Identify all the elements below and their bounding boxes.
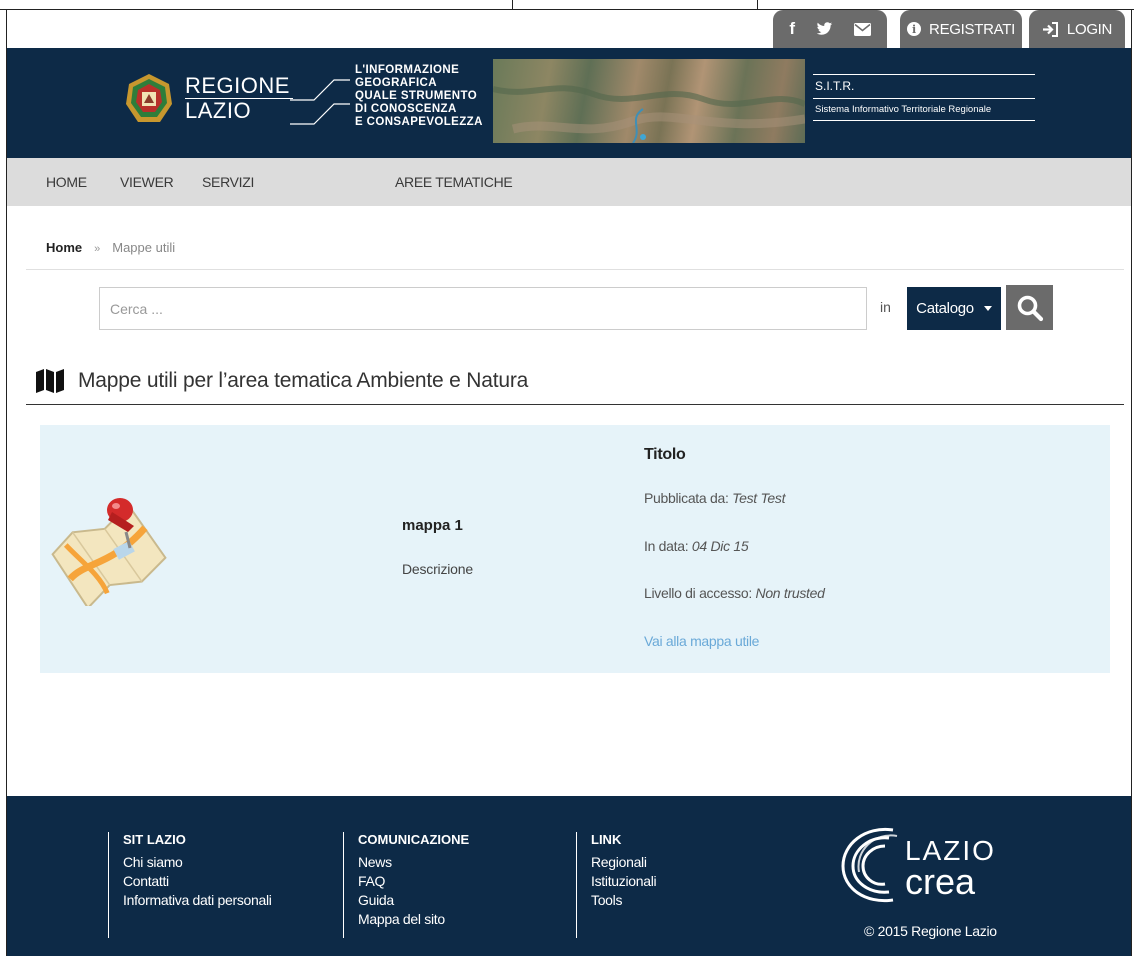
map-pin-icon[interactable] [48,488,172,606]
published-by-value: Test Test [732,490,786,506]
footer-link-regionali[interactable]: Regionali [591,853,656,872]
sign-in-icon [1042,21,1059,37]
footer: SIT LAZIO Chi siamo Contatti Informativa… [7,796,1131,956]
map-description: Descrizione [402,561,473,577]
map-icon [36,369,64,393]
login-button[interactable]: LOGIN [1029,10,1125,48]
footer-link-news[interactable]: News [358,853,469,872]
footer-heading: COMUNICAZIONE [358,832,470,847]
caret-down-icon [983,306,992,311]
info-icon: i [907,22,922,36]
breadcrumb-home-link[interactable]: Home [46,240,82,255]
tagline-line: L'INFORMAZIONE [355,64,460,76]
social-links-tab: f [773,10,887,48]
section-heading: Mappe utili per l’area tematica Ambiente… [36,367,528,395]
search-scope-dropdown[interactable]: Catalogo [907,287,1001,330]
brand-line-1: REGIONE [185,74,293,99]
footer-heading: SIT LAZIO [123,832,186,847]
nav-item-viewer[interactable]: VIEWER [120,158,174,206]
tagline-line: E CONSAPEVOLEZZA [355,116,483,128]
main-nav: HOME VIEWER SERVIZI AREE TEMATICHE [7,158,1131,206]
nav-item-aree-tematiche[interactable]: AREE TEMATICHE [395,158,513,206]
twitter-icon[interactable] [816,22,833,36]
search-input[interactable] [99,287,867,330]
divider [26,404,1124,405]
banner-tagline: L'INFORMAZIONE GEOGRAFICA QUALE STRUMENT… [355,64,483,129]
sitr-title: S.I.T.R. [815,79,855,93]
breadcrumb-current: Mappe utili [112,240,176,255]
footer-link-contatti[interactable]: Contatti [123,872,272,891]
satellite-terrain-overlay [493,85,805,143]
details-title: Titolo [644,446,686,463]
date-row: In data: 04 Dic 15 [644,538,749,554]
footer-column-sit-lazio: SIT LAZIO Chi siamo Contatti Informativa… [108,832,272,938]
search-button[interactable] [1006,285,1053,330]
map-name: mappa 1 [402,517,463,534]
brand-wordmark: REGIONE LAZIO [185,74,293,123]
registrati-label: REGISTRATI [929,20,1015,38]
divider [813,120,1035,121]
footer-link-tools[interactable]: Tools [591,891,656,910]
copyright-text: © 2015 Regione Lazio [864,923,997,939]
brand-bracket-shape [290,79,350,125]
registrati-button[interactable]: i REGISTRATI [900,10,1022,48]
sitr-block: S.I.T.R. Sistema Informativo Territorial… [813,74,1035,121]
page-title: Mappe utili per l’area tematica Ambiente… [78,369,529,392]
logo-line-2: crea [905,861,976,902]
footer-link-faq[interactable]: FAQ [358,872,469,891]
regione-lazio-emblem[interactable] [124,73,174,125]
open-map-link[interactable]: Vai alla mappa utile [644,633,759,649]
footer-column-link: LINK Regionali Istituzionali Tools [576,832,657,938]
tagline-line: DI CONOSCENZA [355,103,457,115]
date-label: In data: [644,538,689,554]
footer-link-mappa-del-sito[interactable]: Mappa del sito [358,910,469,929]
top-bar: f i REGISTRATI LOGIN [7,10,1131,48]
footer-heading: LINK [591,832,622,847]
frame-divider [757,0,758,9]
header-banner: REGIONE LAZIO L'INFORMAZIONE GEOGRAFICA … [7,48,1131,158]
breadcrumb: Home » Mappe utili [46,240,175,255]
nav-item-servizi[interactable]: SERVIZI [202,158,254,206]
search-scope-label: Catalogo [916,300,974,317]
breadcrumb-separator: » [94,243,101,255]
sitr-subtitle: Sistema Informativo Territoriale Regiona… [815,104,992,115]
search-in-label: in [880,299,891,315]
tagline-line: QUALE STRUMENTO [355,90,478,102]
login-label: LOGIN [1066,20,1113,38]
access-level-value: Non trusted [755,585,825,601]
lazio-crea-logo[interactable]: LAZIO crea [835,822,1005,906]
footer-link-guida[interactable]: Guida [358,891,469,910]
divider [26,269,1124,270]
map-result-card [40,425,1110,673]
window-frame-top [0,0,1134,10]
footer-link-chi-siamo[interactable]: Chi siamo [123,853,272,872]
published-by-label: Pubblicata da: [644,490,729,506]
envelope-icon[interactable] [853,22,871,36]
access-level-row: Livello di accesso: Non trusted [644,585,825,601]
published-by-row: Pubblicata da: Test Test [644,490,786,506]
footer-link-informativa[interactable]: Informativa dati personali [123,891,272,910]
access-level-label: Livello di accesso: [644,585,752,601]
tagline-line: GEOGRAFICA [355,77,437,89]
frame-divider [512,0,513,9]
facebook-icon[interactable]: f [789,19,795,39]
date-value: 04 Dic 15 [691,538,749,554]
footer-column-comunicazione: COMUNICAZIONE News FAQ Guida Mappa del s… [343,832,469,938]
nav-item-home[interactable]: HOME [46,158,87,206]
brand-line-2: LAZIO [185,98,252,123]
footer-link-istituzionali[interactable]: Istituzionali [591,872,657,891]
window-frame-right [1131,9,1132,956]
search-icon [1017,295,1043,321]
satellite-image [493,59,805,143]
